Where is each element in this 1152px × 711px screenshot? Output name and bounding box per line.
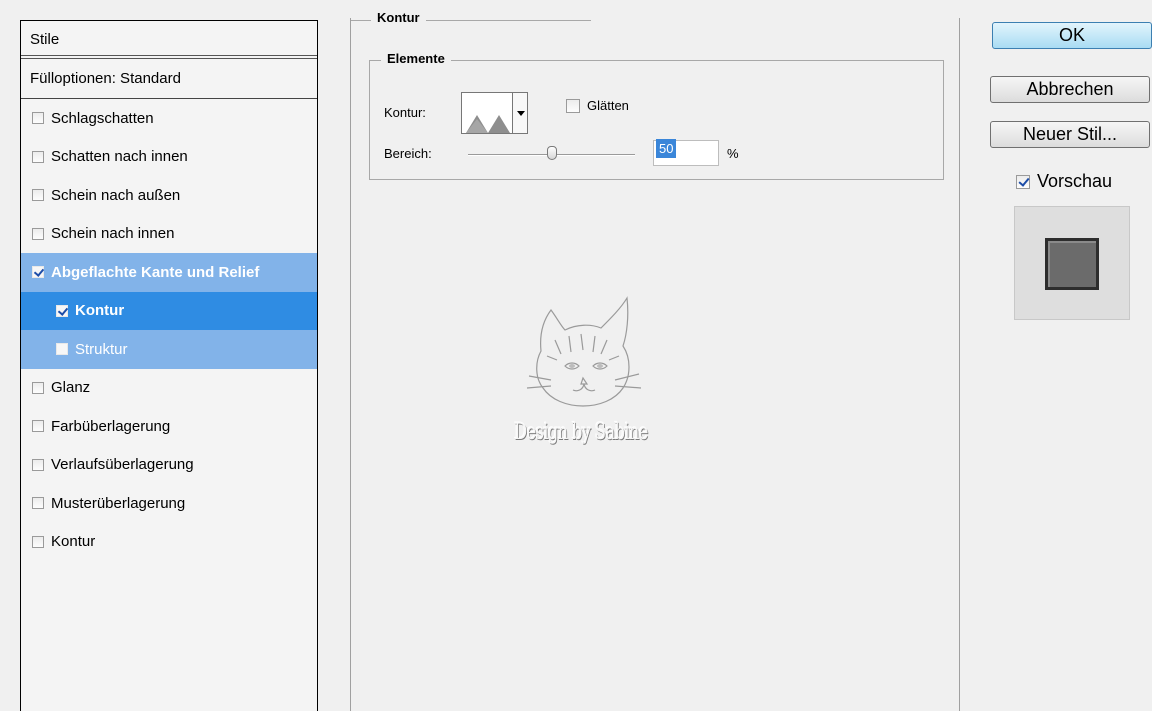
stroke-checkbox[interactable] (32, 535, 44, 548)
bevel-emboss-checkbox[interactable] (32, 266, 44, 279)
smooth-label: Glätten (587, 98, 629, 113)
range-label: Bereich: (384, 146, 432, 161)
contour-curve-picker[interactable] (461, 92, 513, 134)
elements-group-title: Elemente (381, 51, 451, 66)
new-style-button[interactable]: Neuer Stil... (990, 121, 1150, 148)
contour-group-title: Kontur (371, 10, 426, 25)
style-item-label: Abgeflachte Kante und Relief (51, 263, 260, 281)
watermark-text: Design by Sabine (514, 420, 648, 445)
range-value-text: 50 (656, 139, 677, 158)
style-item-label: Schein nach innen (51, 225, 175, 243)
preview-label: Vorschau (1037, 171, 1113, 191)
pattern-overlay-checkbox[interactable] (32, 497, 44, 510)
styles-header-label: Stile (30, 31, 60, 48)
style-item-satin[interactable]: Glanz (21, 369, 317, 408)
contour-curve-icon (466, 115, 510, 133)
preview-swatch (1045, 238, 1099, 290)
cancel-button[interactable]: Abbrechen (990, 76, 1150, 103)
style-subitem-contour[interactable]: Kontur (21, 291, 317, 330)
style-item-label: Schein nach außen (51, 186, 181, 204)
style-item-label: Farbüberlagerung (51, 417, 171, 435)
color-overlay-checkbox[interactable] (32, 420, 44, 433)
style-item-label: Verlaufsüberlagerung (51, 456, 194, 474)
style-item-outer-glow[interactable]: Schein nach außen (21, 176, 317, 215)
styles-list-header[interactable]: Stile (21, 21, 317, 59)
styles-list-panel: Stile Fülloptionen: Standard Schlagschat… (20, 20, 318, 711)
contour-sub-checkbox[interactable] (56, 304, 68, 317)
inner-shadow-checkbox[interactable] (32, 150, 44, 163)
contour-label: Kontur: (384, 105, 426, 120)
style-item-inner-shadow[interactable]: Schatten nach innen (21, 138, 317, 177)
style-item-label: Kontur (75, 302, 125, 320)
style-item-label: Schlagschatten (51, 109, 154, 127)
style-subitem-texture[interactable]: Struktur (21, 330, 317, 369)
style-item-bevel-emboss[interactable]: Abgeflachte Kante und Relief (21, 253, 317, 292)
texture-checkbox[interactable] (56, 343, 68, 356)
drop-shadow-checkbox[interactable] (32, 112, 44, 125)
range-unit: % (727, 146, 739, 161)
style-item-inner-glow[interactable]: Schein nach innen (21, 215, 317, 254)
satin-checkbox[interactable] (32, 381, 44, 394)
gradient-overlay-checkbox[interactable] (32, 458, 44, 471)
ok-button[interactable]: OK (992, 22, 1152, 49)
smooth-option[interactable]: Glätten (566, 98, 629, 113)
range-slider-thumb[interactable] (546, 146, 557, 160)
contour-dropdown-arrow[interactable] (512, 92, 528, 134)
contour-settings-panel: Kontur Elemente Kontur: Glätten Bereich:… (350, 10, 960, 711)
preview-checkbox[interactable] (1016, 174, 1030, 189)
inner-glow-checkbox[interactable] (32, 227, 44, 240)
style-item-label: Musterüberlagerung (51, 494, 186, 512)
range-value-input[interactable]: 50 (653, 139, 719, 166)
style-item-stroke[interactable]: Kontur (21, 523, 317, 562)
style-item-label: Kontur (51, 533, 96, 551)
fill-options-item[interactable]: Fülloptionen: Standard (21, 59, 317, 99)
style-item-label: Schatten nach innen (51, 148, 188, 166)
preview-option[interactable]: Vorschau (1016, 171, 1112, 192)
style-item-label: Glanz (51, 379, 91, 397)
fill-options-label: Fülloptionen: Standard (30, 70, 181, 87)
style-item-gradient-overlay[interactable]: Verlaufsüberlagerung (21, 446, 317, 485)
smooth-checkbox[interactable] (566, 98, 580, 113)
style-item-color-overlay[interactable]: Farbüberlagerung (21, 407, 317, 446)
style-item-label: Struktur (75, 340, 128, 358)
style-preview-box (1014, 206, 1130, 320)
style-item-pattern-overlay[interactable]: Musterüberlagerung (21, 484, 317, 523)
style-item-drop-shadow[interactable]: Schlagschatten (21, 99, 317, 138)
outer-glow-checkbox[interactable] (32, 189, 44, 202)
